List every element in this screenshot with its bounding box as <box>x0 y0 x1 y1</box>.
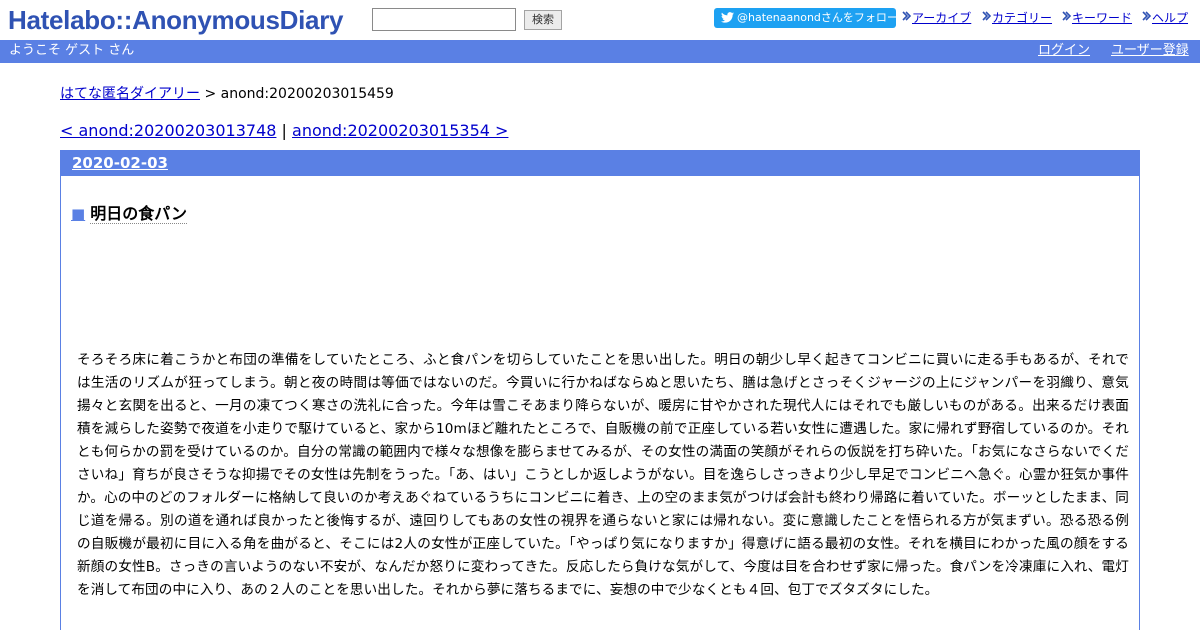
chevron-right-icon <box>902 11 912 23</box>
day-header: 2020-02-03 <box>61 151 1139 176</box>
user-navbar: ようこそ ゲスト さん ログイン ユーザー登録 <box>0 40 1200 63</box>
next-entry-link[interactable]: anond:20200203015354 > <box>292 121 508 140</box>
breadcrumb-separator: > <box>204 86 217 102</box>
entry-pager: < anond:20200203013748 | anond:202002030… <box>60 121 508 141</box>
entry-permalink-icon[interactable]: ■ <box>71 205 85 223</box>
twitter-follow-button[interactable]: @hatenaanondさんをフォロー <box>714 8 898 28</box>
register-link[interactable]: ユーザー登録 <box>1111 40 1189 62</box>
chevron-right-icon <box>1142 11 1152 23</box>
chevron-right-icon <box>1062 11 1072 23</box>
help-link[interactable]: ヘルプ <box>1142 10 1188 26</box>
day-date-link[interactable]: 2020-02-03 <box>72 154 168 173</box>
entry-body: そろそろ床に着こうかと布団の準備をしていたところ、ふと食パンを切らしていたことを… <box>77 352 1129 598</box>
pager-separator: | <box>281 121 287 140</box>
welcome-text: ようこそ ゲスト さん <box>9 43 135 58</box>
prev-entry-link[interactable]: < anond:20200203013748 <box>60 121 276 140</box>
follow-label: @hatenaanondさんをフォロー <box>737 11 898 24</box>
entry-title: ■ 明日の食パン <box>71 204 187 224</box>
day-section: 2020-02-03 ■ 明日の食パン そろそろ床に着こうかと布団の準備をしていた… <box>60 150 1140 630</box>
search-input[interactable] <box>372 8 516 31</box>
search-button[interactable]: 検索 <box>524 10 562 30</box>
breadcrumb-home-link[interactable]: はてな匿名ダイアリー <box>60 86 200 102</box>
site-header: Hatelabo::AnonymousDiary 検索 @hatenaanond… <box>0 0 1200 40</box>
keyword-link[interactable]: キーワード <box>1062 10 1132 26</box>
chevron-right-icon <box>982 11 992 23</box>
archive-link[interactable]: アーカイブ <box>902 10 971 26</box>
login-link[interactable]: ログイン <box>1038 40 1090 62</box>
entry-title-text: 明日の食パン <box>90 204 187 224</box>
site-logo[interactable]: Hatelabo::AnonymousDiary <box>8 3 343 37</box>
category-link[interactable]: カテゴリー <box>982 10 1052 26</box>
twitter-bird-icon <box>721 12 734 23</box>
breadcrumb: はてな匿名ダイアリー > anond:20200203015459 <box>60 85 394 103</box>
breadcrumb-current: anond:20200203015459 <box>220 86 394 102</box>
